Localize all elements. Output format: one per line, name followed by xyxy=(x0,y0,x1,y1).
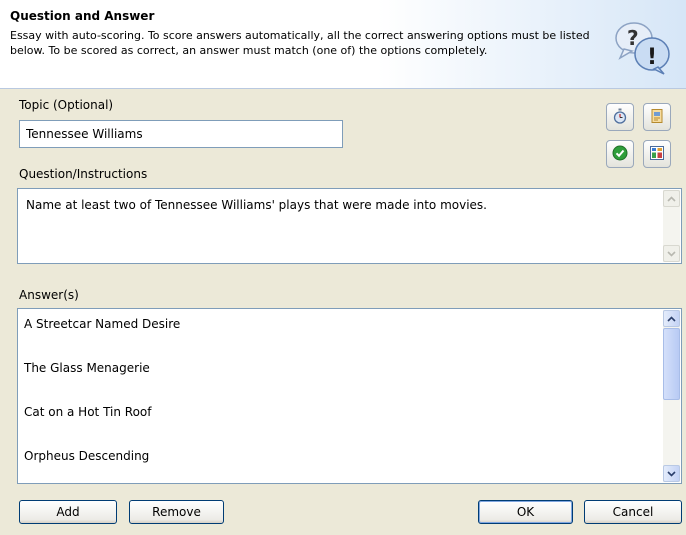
feedback-button[interactable] xyxy=(606,140,634,168)
topic-label: Topic (Optional) xyxy=(19,98,114,112)
answer-item[interactable]: The Glass Menagerie xyxy=(24,361,150,375)
answer-item[interactable]: Orpheus Descending xyxy=(24,449,149,463)
remove-button[interactable]: Remove xyxy=(129,500,224,524)
scroll-down-button[interactable] xyxy=(663,465,680,482)
chevron-up-icon xyxy=(667,315,676,322)
chevron-down-icon xyxy=(667,470,676,477)
scroll-down-button[interactable] xyxy=(663,245,680,262)
chevron-up-icon xyxy=(667,195,676,202)
add-button[interactable]: Add xyxy=(19,500,117,524)
answer-item[interactable]: Cat on a Hot Tin Roof xyxy=(24,405,152,419)
ok-button[interactable]: OK xyxy=(478,500,573,524)
topic-input[interactable] xyxy=(19,120,343,148)
layout-grid-icon xyxy=(649,145,665,164)
scroll-up-button[interactable] xyxy=(663,310,680,327)
cancel-button[interactable]: Cancel xyxy=(584,500,682,524)
dialog-description: Essay with auto-scoring. To score answer… xyxy=(10,29,590,57)
question-scrollbar[interactable] xyxy=(663,190,680,262)
answers-scrollbar[interactable] xyxy=(663,310,680,482)
chevron-down-icon xyxy=(667,250,676,257)
scroll-up-button[interactable] xyxy=(663,190,680,207)
layout-button[interactable] xyxy=(643,140,671,168)
question-exclamation-bubbles-icon: ? ! xyxy=(612,18,672,79)
dialog-header: Question and Answer Essay with auto-scor… xyxy=(0,0,686,89)
stopwatch-icon xyxy=(612,108,628,127)
question-text: Name at least two of Tennessee Williams'… xyxy=(26,198,487,212)
question-label: Question/Instructions xyxy=(19,167,148,181)
dialog-title: Question and Answer xyxy=(10,9,155,23)
scroll-thumb[interactable] xyxy=(663,328,680,400)
green-check-icon xyxy=(612,145,628,164)
question-textarea[interactable]: Name at least two of Tennessee Williams'… xyxy=(17,188,682,264)
media-file-icon xyxy=(649,108,665,127)
answers-list[interactable]: A Streetcar Named Desire The Glass Menag… xyxy=(17,308,682,484)
answer-item[interactable]: A Streetcar Named Desire xyxy=(24,317,180,331)
timer-button[interactable] xyxy=(606,103,634,131)
svg-text:!: ! xyxy=(647,45,657,70)
media-button[interactable] xyxy=(643,103,671,131)
answers-label: Answer(s) xyxy=(19,288,79,302)
